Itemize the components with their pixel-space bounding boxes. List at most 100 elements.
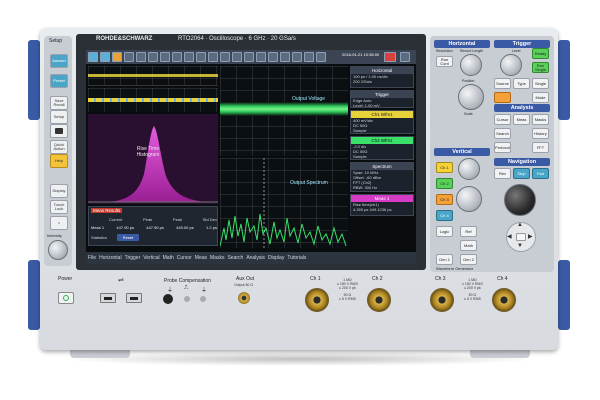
meas1-info-panel[interactable]: Meas 1 Rise time(ch1) 4.269 ps 449.1236 … [350, 194, 414, 216]
toolbar-icon-19[interactable] [304, 52, 314, 62]
horizontal-scale-knob[interactable] [458, 84, 484, 110]
menu-display[interactable]: Display [268, 255, 284, 261]
masks-button[interactable]: Masks [532, 114, 549, 125]
ch3-bnc-connector[interactable] [430, 288, 454, 312]
cursor-button[interactable]: Cursor [494, 114, 511, 125]
undo-icon[interactable] [112, 52, 122, 62]
toolbar-icon-4[interactable] [124, 52, 134, 62]
print-button[interactable] [50, 124, 68, 138]
toolbar-icon-7[interactable] [160, 52, 170, 62]
meas-results-table[interactable]: Meas Results Current Peak Peak Std Dev M… [88, 206, 218, 246]
preset-button[interactable]: Preset [50, 74, 68, 88]
save-recall-button[interactable]: Save Recall [50, 96, 68, 110]
trigger-type-button[interactable]: Type [513, 78, 530, 89]
trigger-source-2-button[interactable] [494, 92, 511, 103]
output-voltage-panel[interactable]: Output Voltage [220, 66, 348, 156]
toolbar-icon-9[interactable] [184, 52, 194, 62]
menu-masks[interactable]: Masks [210, 255, 224, 261]
arrow-up-icon[interactable]: ▲ [517, 222, 523, 228]
autoset-button[interactable]: Autoset [50, 54, 68, 68]
ch1-bnc-connector[interactable] [305, 288, 329, 312]
reset-button[interactable]: Reset [117, 234, 139, 241]
logic-button[interactable]: Logic [436, 226, 453, 237]
home-icon-button[interactable]: ⌂ [50, 216, 68, 230]
ok-button[interactable] [516, 233, 526, 241]
run-cont-button[interactable]: Run Cont [436, 56, 453, 67]
back-icon[interactable] [88, 52, 98, 62]
math-button[interactable]: Math [460, 240, 477, 251]
arrow-down-icon[interactable]: ▼ [517, 243, 523, 249]
toolbar-icon-16[interactable] [268, 52, 278, 62]
menu-math[interactable]: Math [163, 255, 174, 261]
probe-comp-pin-1[interactable] [184, 296, 190, 302]
nav-stop-button[interactable]: Stop [513, 168, 530, 179]
menu-horizontal[interactable]: Horizontal [99, 255, 122, 261]
arrow-left-icon[interactable]: ◀ [507, 233, 512, 240]
navigation-knob[interactable] [504, 184, 536, 216]
trigger-level-knob[interactable] [500, 54, 522, 76]
run-single-button[interactable]: Run Single [532, 62, 549, 73]
trigger-single-button[interactable]: Single [532, 78, 549, 89]
ch3-button[interactable]: Ch 3 [436, 194, 453, 205]
display-screen[interactable]: 2016-01-21 10:38:00 Rise Time Histogram … [86, 50, 416, 264]
intensity-knob[interactable] [48, 240, 68, 260]
protocol-button[interactable]: Protocol [494, 142, 511, 153]
toolbar-icon-18[interactable] [292, 52, 302, 62]
menu-trigger[interactable]: Trigger [125, 255, 141, 261]
toolbar-icon-13[interactable] [232, 52, 242, 62]
ch4-button[interactable]: Ch 4 [436, 210, 453, 221]
menu-tutorials[interactable]: Tutorials [287, 255, 306, 261]
probe-comp-pin-2[interactable] [200, 296, 206, 302]
output-spectrum-panel[interactable]: Output Spectrum [219, 158, 348, 248]
toolbar-icon-11[interactable] [208, 52, 218, 62]
toolbar-icon-6[interactable] [148, 52, 158, 62]
ch1-button[interactable]: Ch 1 [436, 162, 453, 173]
spectrum-info-panel[interactable]: Spectrum Span: 10 MHz Offset: -60 dBm FF… [350, 162, 414, 192]
toolbar-icon-12[interactable] [220, 52, 230, 62]
trigger-info-panel[interactable]: Trigger Edge Auto Level: 1.00 mV [350, 90, 414, 108]
vertical-position-knob[interactable] [458, 158, 480, 180]
menu-file[interactable]: File [88, 255, 96, 261]
arrow-right-icon[interactable]: ▶ [528, 233, 533, 240]
trigger-mode-button[interactable]: Mode [532, 92, 549, 103]
menu-meas[interactable]: Meas [195, 255, 207, 261]
usb-port-1[interactable] [100, 293, 116, 303]
nav-rev-button[interactable]: Rev [494, 168, 511, 179]
toolbar-icon-5[interactable] [136, 52, 146, 62]
histogram-panel[interactable]: Rise Time Histogram [88, 114, 218, 204]
record-icon[interactable] [384, 52, 396, 62]
trigger-source-button[interactable]: Source [494, 78, 511, 89]
help-button[interactable]: Help [50, 154, 68, 168]
close-icon[interactable] [400, 52, 410, 62]
probe-comp-socket-1[interactable] [163, 294, 173, 304]
menu-cursor[interactable]: Cursor [177, 255, 192, 261]
quick-action-button[interactable]: Quick Action [50, 140, 68, 154]
display-button[interactable]: Display [50, 184, 68, 198]
touch-lock-button[interactable]: Touch Lock [50, 200, 68, 214]
horizontal-position-knob[interactable] [460, 54, 482, 76]
nav-fwd-button[interactable]: Fwd [532, 168, 549, 179]
toolbar-icon-14[interactable] [244, 52, 254, 62]
toolbar-icon-8[interactable] [172, 52, 182, 62]
toolbar-icon-20[interactable] [316, 52, 326, 62]
power-button[interactable] [58, 292, 74, 304]
gen1-button[interactable]: Gen 1 [436, 254, 453, 265]
toolbar-icon-17[interactable] [280, 52, 290, 62]
gen2-button[interactable]: Gen 2 [460, 254, 477, 265]
usb-port-2[interactable] [126, 293, 142, 303]
ch2-button[interactable]: Ch 2 [436, 178, 453, 189]
fft-button[interactable]: FFT [532, 142, 549, 153]
menu-vertical[interactable]: Vertical [143, 255, 159, 261]
search-button[interactable]: Search [494, 128, 511, 139]
ch2-bnc-connector[interactable] [367, 288, 391, 312]
vertical-scale-knob[interactable] [456, 186, 482, 212]
ch2-info-panel[interactable]: Ch2 Wfm1 -2.0 div DC 50Ω Sample [350, 136, 414, 160]
meas-button[interactable]: Meas [513, 114, 530, 125]
aux-out-connector[interactable] [238, 292, 250, 304]
horizontal-info-panel[interactable]: Horizontal 100 ps / 1.00 ns/div 200 GSa/… [350, 66, 414, 88]
toolbar-icon-10[interactable] [196, 52, 206, 62]
setup-button[interactable]: Setup [50, 110, 68, 124]
menu-analysis[interactable]: Analysis [246, 255, 265, 261]
toolbar-icon-15[interactable] [256, 52, 266, 62]
ch4-bnc-connector[interactable] [492, 288, 516, 312]
